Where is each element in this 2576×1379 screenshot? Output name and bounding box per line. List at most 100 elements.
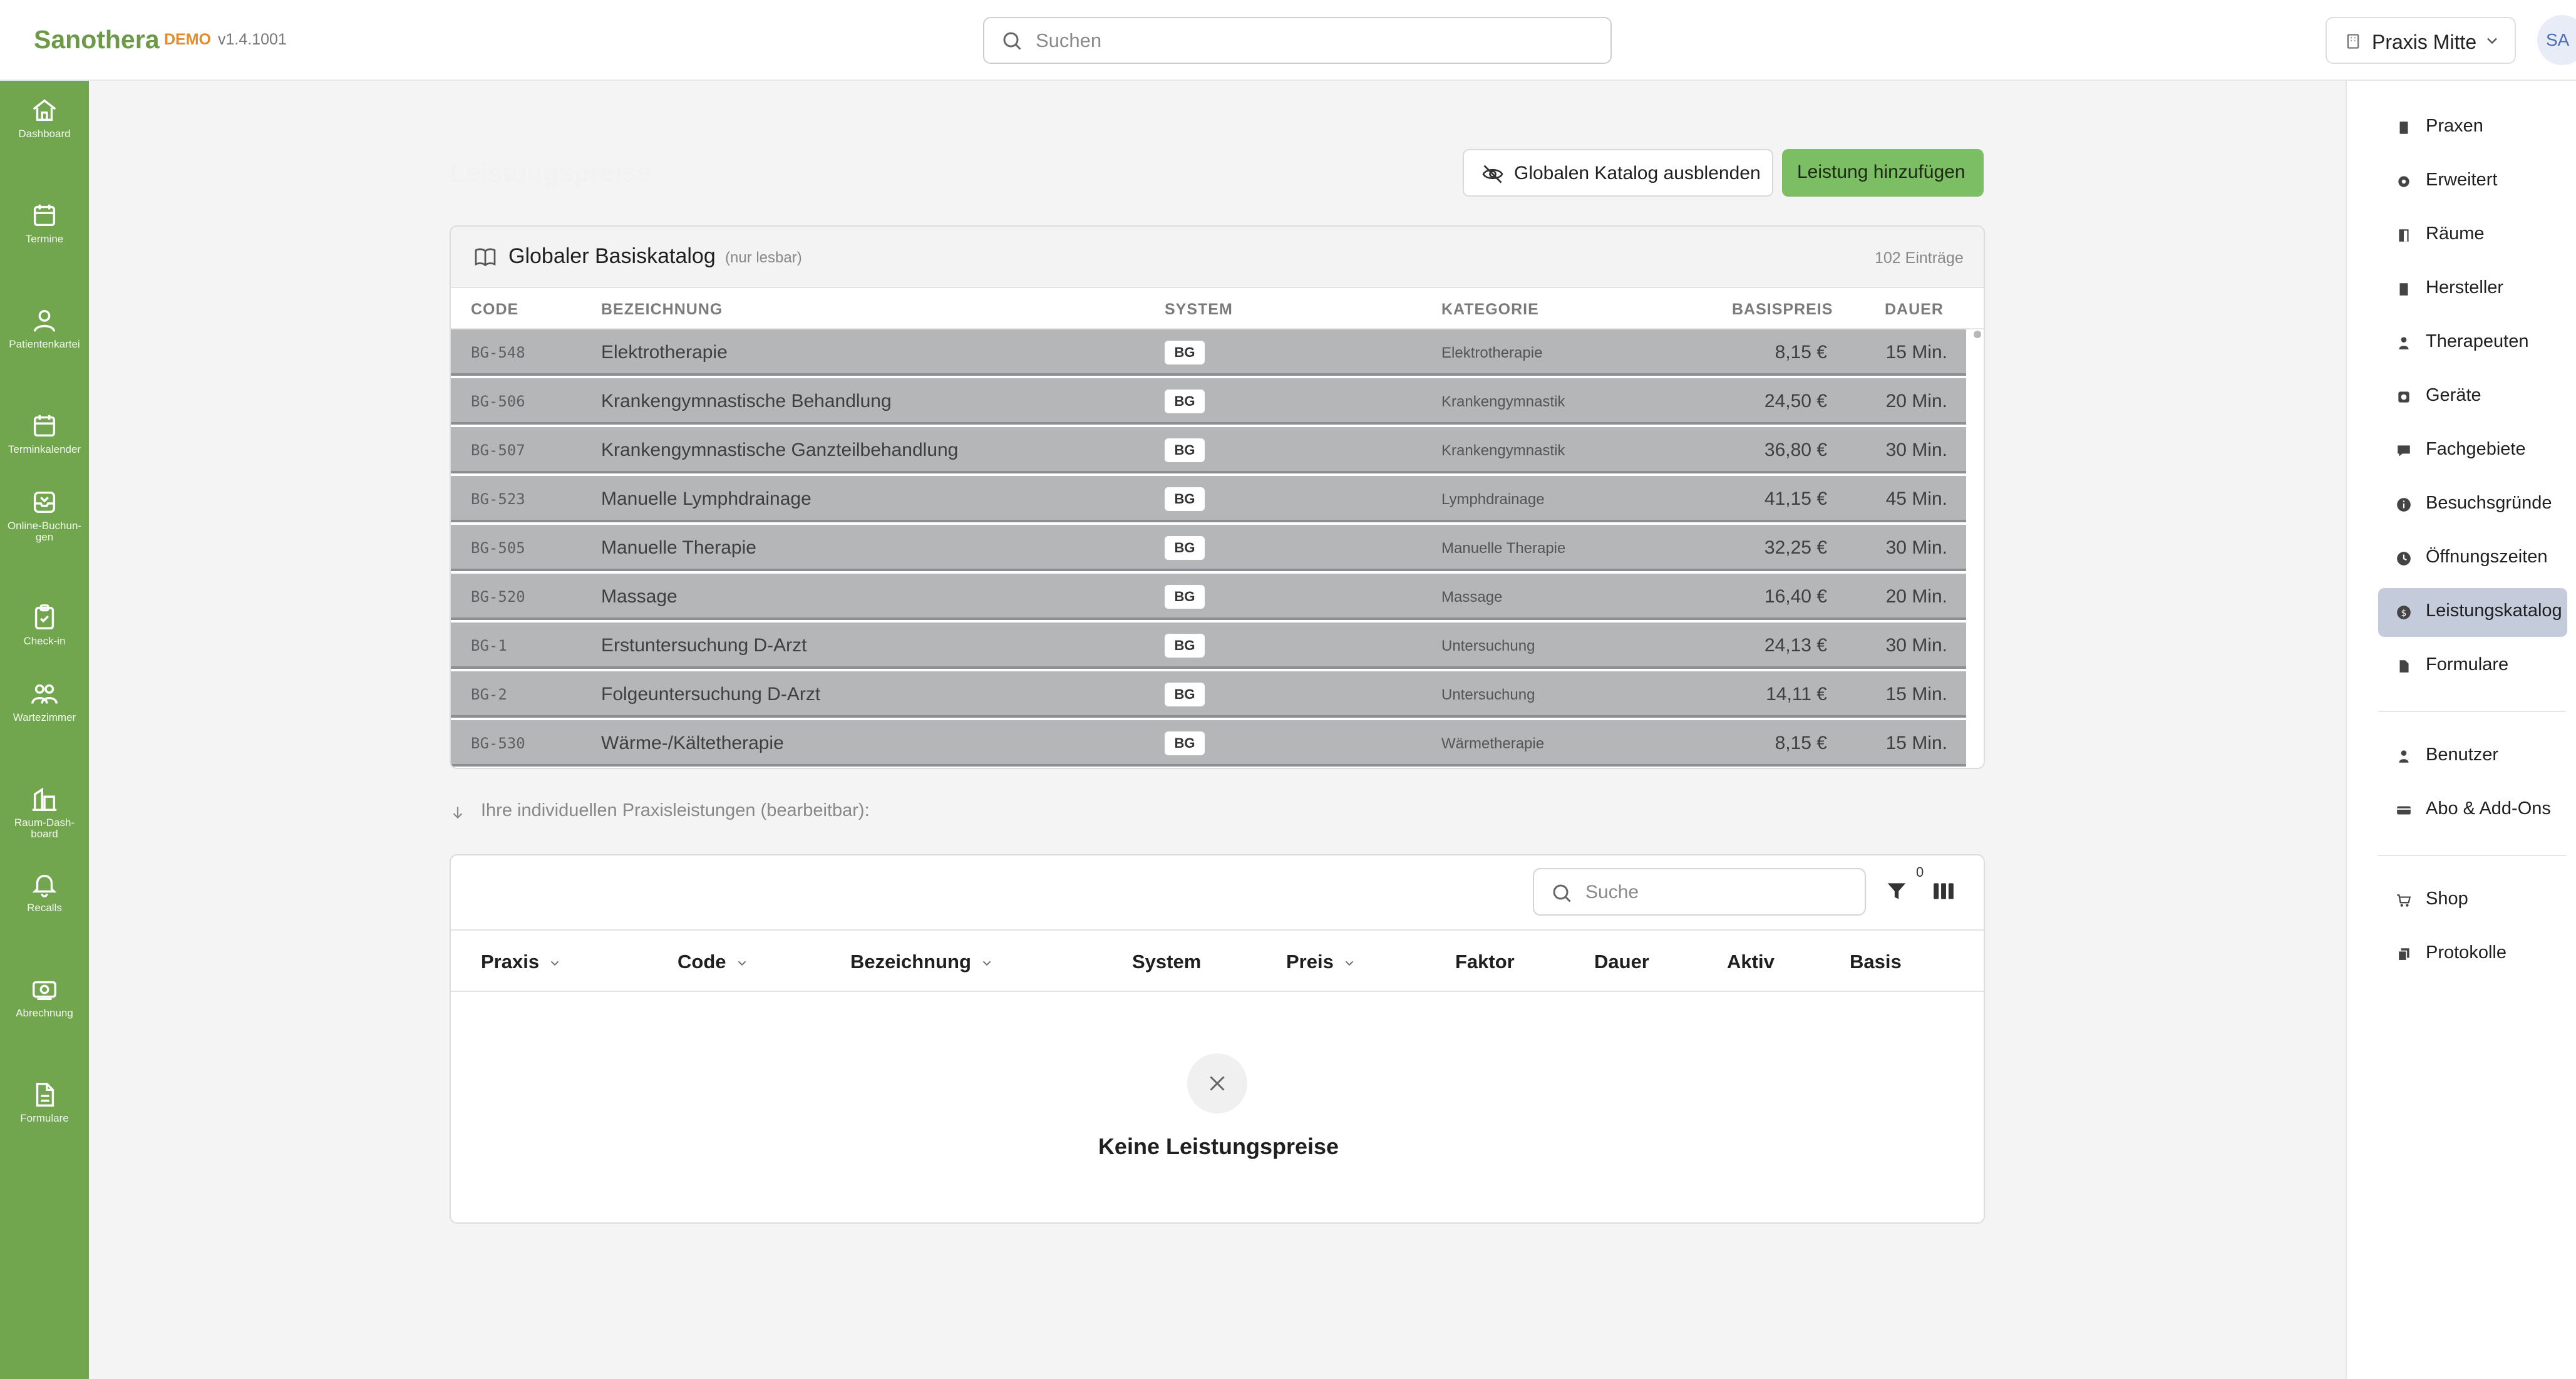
catalog-scrollbar[interactable] (1966, 329, 1984, 768)
filter-icon[interactable] (1885, 879, 1909, 903)
global-search-input[interactable] (1034, 27, 1585, 54)
col-header-code: CODE (471, 301, 519, 318)
settings-item-label: Öffnungszeiten (2426, 547, 2548, 567)
settings-divider (2378, 855, 2566, 856)
catalog-code-cell: BG-505 (471, 539, 525, 557)
settings-item-besuchsgruende[interactable]: Besuchsgründe (2378, 480, 2567, 529)
system-badge: BG (1165, 683, 1205, 706)
settings-item-label: Abo & Add-Ons (2426, 798, 2551, 819)
col-header-bezeichnung: BEZEICHNUNG (601, 301, 723, 318)
col-label: Bezeichnung (850, 951, 971, 973)
settings-item-fachgebiete[interactable]: Fachgebiete (2378, 426, 2567, 475)
nav-label: Terminkalender (8, 443, 81, 455)
device-icon (2398, 391, 2409, 403)
building-chart-icon (32, 787, 57, 811)
nav-item-online-buchungen[interactable]: Online-Buchun- gen (0, 488, 89, 543)
catalog-bezeichnung-cell: Krankengymnastische Ganzteilbehandlung (601, 440, 959, 460)
settings-item-label: Benutzer (2426, 745, 2499, 765)
col-header-code[interactable]: Code (677, 951, 749, 973)
document-icon (2399, 660, 2409, 673)
nav-item-recalls[interactable]: Recalls (0, 870, 89, 914)
catalog-bezeichnung-cell: Krankengymnastische Behandlung (601, 391, 892, 411)
gear-icon (2398, 176, 2409, 187)
col-header-preis[interactable]: Preis (1286, 951, 1356, 973)
nav-item-patientenkartei[interactable]: Patientenkartei (0, 306, 89, 350)
catalog-kategorie-cell: Lymphdrainage (1441, 491, 1545, 508)
avatar[interactable]: SA (2537, 15, 2576, 65)
settings-item-raeume[interactable]: Räume (2378, 211, 2567, 260)
settings-item-geraete[interactable]: Geräte (2378, 373, 2567, 421)
nav-label: Raum-Dash- board (14, 817, 75, 840)
catalog-price-cell: 8,15 € (1775, 733, 1827, 753)
add-service-button[interactable]: Leistung hinzufügen (1782, 149, 1984, 197)
person-icon (2399, 337, 2409, 349)
col-header-praxis[interactable]: Praxis (481, 951, 562, 973)
chat-icon (2398, 445, 2410, 457)
individual-services-hint-text: Ihre individuellen Praxisleistungen (bea… (481, 800, 870, 820)
col-header-bezeichnung[interactable]: Bezeichnung (850, 951, 994, 973)
columns-icon[interactable] (1931, 879, 1956, 903)
settings-item-label: Formulare (2426, 654, 2509, 674)
settings-item-label: Hersteller (2426, 277, 2504, 297)
catalog-bezeichnung-cell: Manuelle Lymphdrainage (601, 488, 811, 509)
nav-item-abrechnung[interactable]: Abrechnung (0, 975, 89, 1019)
settings-item-shop[interactable]: Shop (2378, 876, 2567, 925)
filter-count-badge: 0 (1916, 864, 1924, 880)
home-icon (33, 99, 56, 121)
calendar-icon (33, 415, 56, 437)
table-search[interactable] (1533, 868, 1866, 916)
bell-icon (32, 874, 57, 897)
catalog-bezeichnung-cell: Wärme-/Kältetherapie (601, 733, 784, 753)
nav-item-formulare[interactable]: Formulare (0, 1080, 89, 1124)
catalog-dauer-cell: 30 Min. (1885, 440, 1947, 460)
nav-label: Check-in (23, 635, 66, 647)
catalog-dauer-cell: 30 Min. (1885, 635, 1947, 656)
praxis-selector[interactable]: Praxis Mitte (2326, 17, 2516, 64)
nav-item-wartezimmer[interactable]: Wartezimmer (0, 679, 89, 723)
settings-item-erweitert[interactable]: Erweitert (2378, 157, 2567, 206)
clock-icon (2397, 552, 2411, 566)
catalog-code-cell: BG-1 (471, 637, 507, 654)
col-header-system: System (1132, 951, 1201, 973)
settings-item-formulare[interactable]: Formulare (2378, 642, 2567, 691)
catalog-kategorie-cell: Massage (1441, 589, 1503, 606)
brand-logo[interactable]: Sanothera (34, 25, 160, 54)
settings-item-therapeuten[interactable]: Therapeuten (2378, 319, 2567, 368)
col-header-system: SYSTEM (1165, 301, 1233, 318)
settings-item-oeffnungszeiten[interactable]: Öffnungszeiten (2378, 534, 2567, 583)
catalog-code-cell: BG-2 (471, 686, 507, 703)
settings-item-benutzer[interactable]: Benutzer (2378, 732, 2567, 781)
settings-item-label: Therapeuten (2426, 331, 2529, 351)
settings-item-protokolle[interactable]: Protokolle (2378, 930, 2567, 979)
chevron-down-icon (550, 961, 559, 966)
nav-item-terminkalender[interactable]: Terminkalender (0, 411, 89, 455)
catalog-dauer-cell: 45 Min. (1885, 488, 1947, 509)
table-search-input[interactable] (1584, 879, 1847, 906)
nav-label: Patientenkartei (9, 338, 80, 350)
nav-item-check-in[interactable]: Check-in (0, 603, 89, 647)
scrollbar-thumb[interactable] (1974, 331, 1981, 338)
nav-label: Recalls (27, 902, 62, 914)
nav-item-termine[interactable]: Termine (0, 201, 89, 245)
catalog-price-cell: 14,11 € (1766, 684, 1827, 705)
global-search[interactable] (983, 17, 1612, 64)
settings-item-abo[interactable]: Abo & Add-Ons (2378, 786, 2567, 835)
person-icon (33, 309, 56, 332)
catalog-dauer-cell: 20 Min. (1885, 586, 1947, 607)
settings-item-leistungskatalog[interactable]: $ Leistungskatalog (2378, 588, 2567, 637)
settings-item-label: Erweitert (2426, 170, 2498, 190)
settings-item-praxen[interactable]: Praxen (2378, 103, 2567, 152)
settings-item-hersteller[interactable]: Hersteller (2378, 265, 2567, 314)
catalog-code-cell: BG-530 (471, 735, 525, 752)
hide-global-catalog-button[interactable]: Globalen Katalog ausblenden (1463, 149, 1773, 197)
catalog-dauer-cell: 15 Min. (1885, 342, 1947, 363)
chevron-down-icon (982, 961, 991, 966)
nav-item-raum-dashboard[interactable]: Raum-Dash- board (0, 785, 89, 840)
catalog-kategorie-cell: Krankengymnastik (1441, 393, 1565, 410)
factory-icon (2399, 283, 2408, 296)
catalog-bezeichnung-cell: Folgeuntersuchung D-Arzt (601, 684, 821, 705)
nav-item-dashboard[interactable]: Dashboard (0, 96, 89, 140)
catalog-column-headers: CODE BEZEICHNUNG SYSTEM KATEGORIE BASISP… (451, 288, 1984, 329)
col-header-faktor: Faktor (1455, 951, 1515, 973)
table-row: BG-505 Manuelle Therapie BG Manuelle Therap… (451, 525, 1966, 571)
